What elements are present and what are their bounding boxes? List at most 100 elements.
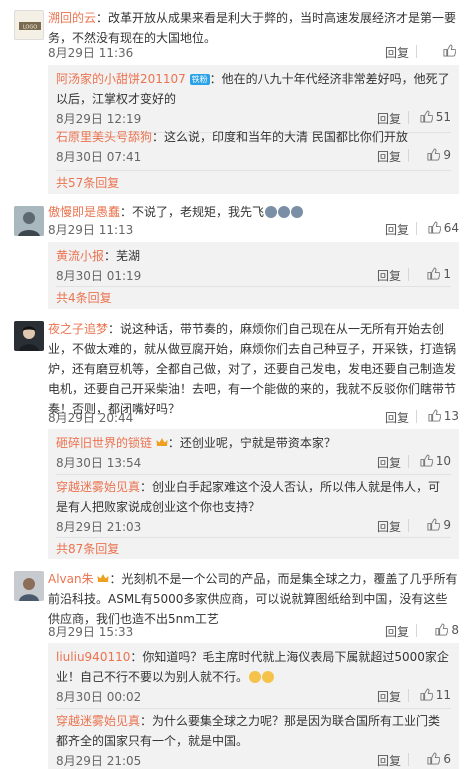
- more-replies-link[interactable]: 共4条回复: [56, 289, 112, 306]
- reply-button[interactable]: 回复: [377, 688, 401, 705]
- reply-button[interactable]: 回复: [385, 623, 409, 640]
- like-button[interactable]: 11: [420, 688, 451, 702]
- reply-username[interactable]: liuliu940110: [56, 650, 130, 664]
- like-count: 1: [443, 267, 451, 281]
- reply-button[interactable]: 回复: [377, 110, 401, 127]
- like-button[interactable]: 64: [428, 221, 459, 235]
- like-count: 9: [443, 518, 451, 532]
- reply-username[interactable]: 阿汤家的小甜饼201107: [56, 72, 186, 86]
- reply-username[interactable]: 砸碎旧世界的锁链: [56, 436, 152, 450]
- divider: [416, 624, 417, 637]
- reply-button[interactable]: 回复: [385, 221, 409, 238]
- like-button[interactable]: 13: [428, 409, 459, 423]
- reply-username[interactable]: 石原里美头号舔狗: [56, 130, 152, 144]
- emoji-icon: [262, 671, 275, 683]
- more-replies-link[interactable]: 共87条回复: [56, 540, 119, 557]
- like-button[interactable]: 1: [427, 267, 451, 281]
- like-button[interactable]: 9: [427, 518, 451, 532]
- comment-item: 夜之子追梦：说这种话，带节奏的，麻烦你们自己现在从一无所有开始去创业，不做太难的…: [0, 313, 467, 563]
- comment-username[interactable]: 傲慢即是愚蠢: [48, 205, 120, 219]
- reply-username[interactable]: 黄流小报: [56, 249, 104, 263]
- reply-meta: 8月29日 21:05 回复 6: [56, 752, 451, 769]
- reply-time: 8月30日 13:54: [56, 456, 142, 470]
- reply-button[interactable]: 回复: [385, 409, 409, 426]
- like-button[interactable]: [443, 44, 459, 58]
- divider: [408, 753, 409, 766]
- like-button[interactable]: 9: [427, 148, 451, 162]
- reply-box: liuliu940110：你知道吗？毛主席时代就上海仪表局下属就超过5000家企…: [48, 643, 459, 769]
- emoji-icon: [249, 671, 262, 683]
- reply-meta: 8月30日 00:02 回复 11: [56, 688, 451, 706]
- avatar[interactable]: [14, 206, 44, 236]
- comment-time: 8月29日 11:36: [48, 46, 134, 60]
- like-count: 10: [435, 454, 451, 468]
- reply-item: 砸碎旧世界的锁链 ：还创业呢，宁就是带资本家？ 8月30日 13:54 回复 1…: [56, 433, 451, 472]
- reply-text: liuliu940110：你知道吗？毛主席时代就上海仪表局下属就超过5000家企…: [56, 647, 451, 687]
- avatar[interactable]: [14, 321, 44, 351]
- crown-icon: [97, 574, 109, 582]
- reply-button[interactable]: 回复: [377, 454, 401, 471]
- reply-text: 穿越迷雾始见真：创业白手起家难这个没人否认，所以伟人就是伟人，可是有人把败家说成…: [56, 477, 451, 517]
- reply-username[interactable]: 穿越迷雾始见真: [56, 714, 140, 728]
- reply-item: 石原里美头号舔狗：这么说，印度和当年的大清 民国都比你们开放 8月30日 07:…: [56, 127, 451, 166]
- like-button[interactable]: 8: [435, 623, 459, 637]
- emoji-icon: [265, 206, 278, 218]
- comment-text: Alvan朱 ：光刻机不是一个公司的产品，而是集全球之力，覆盖了几乎所有前沿科技…: [48, 569, 459, 629]
- divider: [416, 410, 417, 423]
- like-button[interactable]: 10: [420, 454, 451, 468]
- like-count: 51: [435, 110, 451, 124]
- thumb-up-icon: [420, 688, 433, 701]
- reply-text: 砸碎旧世界的锁链 ：还创业呢，宁就是带资本家？: [56, 433, 451, 453]
- emoji-icon: [278, 206, 291, 218]
- comment-username[interactable]: 夜之子追梦: [48, 322, 108, 336]
- divider: [416, 45, 417, 58]
- like-button[interactable]: 6: [427, 752, 451, 766]
- reply-button[interactable]: 回复: [385, 44, 409, 61]
- reply-item: 黄流小报：芜湖 8月30日 01:19 回复 1: [56, 246, 451, 285]
- comment-meta: 8月29日 11:36 回复: [48, 44, 459, 62]
- reply-time: 8月29日 21:05: [56, 754, 142, 768]
- reply-time: 8月29日 12:19: [56, 112, 142, 126]
- reply-username[interactable]: 穿越迷雾始见真: [56, 480, 140, 494]
- reply-button[interactable]: 回复: [377, 267, 401, 284]
- reply-text: 石原里美头号舔狗：这么说，印度和当年的大清 民国都比你们开放: [56, 127, 451, 147]
- divider: [56, 286, 451, 287]
- reply-body: ：这么说，印度和当年的大清 民国都比你们开放: [152, 130, 408, 144]
- avatar[interactable]: LOGO: [14, 10, 44, 40]
- comment-text: 夜之子追梦：说这种话，带节奏的，麻烦你们自己现在从一无所有开始去创业，不做太难的…: [48, 319, 459, 419]
- reply-body: ：还创业呢，宁就是带资本家？: [167, 436, 336, 450]
- divider: [56, 708, 451, 709]
- fan-badge: 铁粉: [189, 74, 210, 85]
- reply-button[interactable]: 回复: [377, 752, 401, 769]
- divider: [408, 111, 409, 124]
- reply-meta: 8月29日 12:19 回复 51: [56, 110, 451, 128]
- reply-time: 8月30日 07:41: [56, 150, 142, 164]
- reply-button[interactable]: 回复: [377, 148, 401, 165]
- thumb-up-icon: [427, 148, 441, 161]
- comment-item: 傲慢即是愚蠢：不说了，老规矩，我先飞 8月29日 11:13 回复 64 黄流小…: [0, 196, 467, 313]
- thumb-up-icon: [435, 623, 449, 636]
- avatar[interactable]: [14, 571, 44, 601]
- reply-time: 8月29日 21:03: [56, 520, 142, 534]
- comment-username[interactable]: Alvan朱: [48, 572, 94, 586]
- comment-username[interactable]: 溯回的云: [48, 11, 96, 25]
- comment-item: LOGO 溯回的云：改革开放从成果来看是利大于弊的，当时高速发展经济才是第一要务…: [0, 0, 467, 196]
- divider: [408, 455, 409, 468]
- comment-meta: 8月29日 20:44 回复 13: [48, 409, 459, 427]
- comment-text: 溯回的云：改革开放从成果来看是利大于弊的，当时高速发展经济才是第一要务，不然没有…: [48, 8, 459, 48]
- comment-meta: 8月29日 15:33 回复 8: [48, 623, 459, 641]
- reply-text: 穿越迷雾始见真：为什么要集全球之力呢？那是因为联合国所有工业门类都齐全的国家只有…: [56, 711, 451, 751]
- reply-text: 阿汤家的小甜饼201107 铁粉 ：他在的八九十年代经济非常差好吗，他死了以后，江…: [56, 69, 451, 109]
- thumb-up-icon: [420, 110, 433, 123]
- reply-meta: 8月29日 21:03 回复 9: [56, 518, 451, 536]
- reply-body: ：芜湖: [104, 249, 141, 263]
- reply-button[interactable]: 回复: [377, 518, 401, 535]
- svg-text:LOGO: LOGO: [23, 25, 37, 31]
- divider: [408, 149, 409, 162]
- reply-text: 黄流小报：芜湖: [56, 246, 451, 266]
- thumb-up-icon: [427, 518, 441, 531]
- comment-text: 傲慢即是愚蠢：不说了，老规矩，我先飞: [48, 202, 459, 222]
- reply-box: 砸碎旧世界的锁链 ：还创业呢，宁就是带资本家？ 8月30日 13:54 回复 1…: [48, 429, 459, 559]
- like-button[interactable]: 51: [420, 110, 451, 124]
- more-replies-link[interactable]: 共57条回复: [56, 174, 119, 191]
